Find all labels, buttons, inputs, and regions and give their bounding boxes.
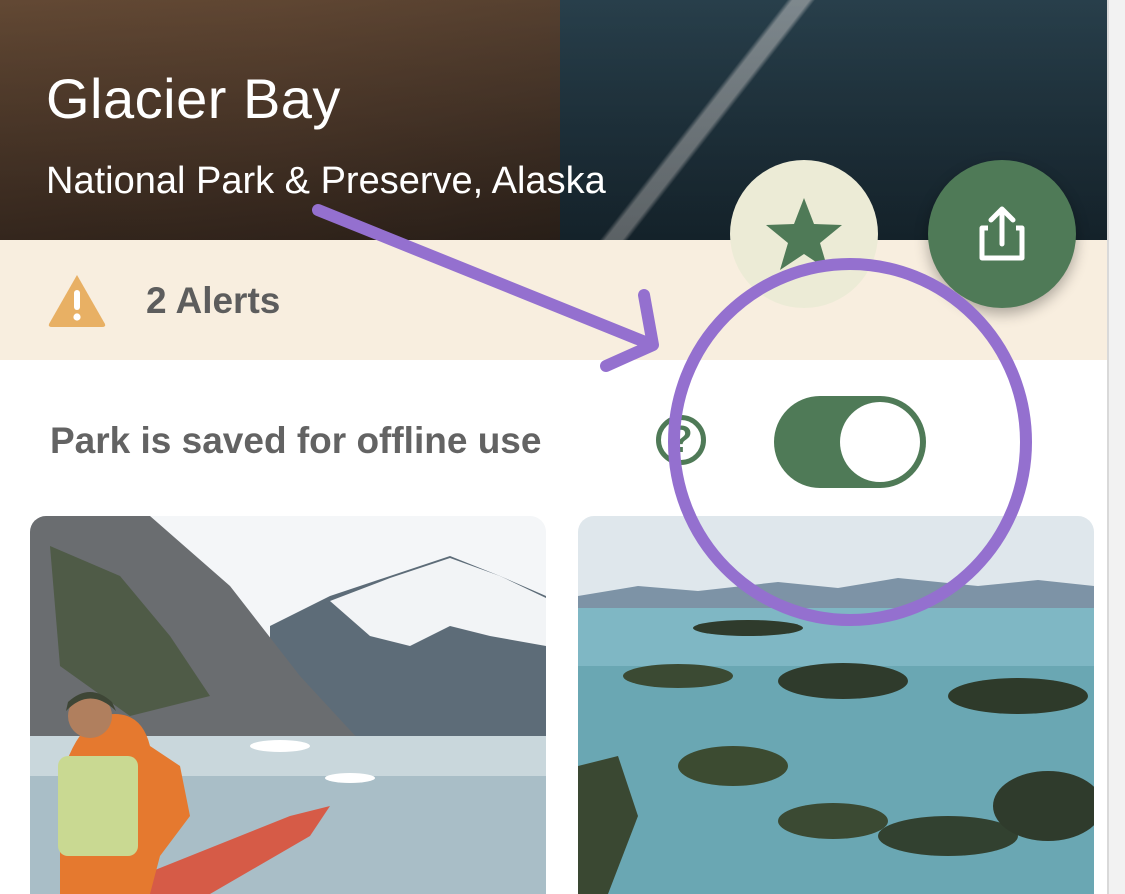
scrollbar[interactable] [1107, 0, 1125, 894]
alerts-label[interactable]: 2 Alerts [146, 280, 280, 322]
photo-kayaker[interactable] [30, 516, 546, 894]
toggle-knob [840, 402, 920, 482]
share-icon [979, 206, 1025, 261]
park-title: Glacier Bay [46, 67, 341, 130]
offline-toggle[interactable] [774, 396, 926, 488]
photo-islands[interactable] [578, 516, 1094, 894]
star-icon [766, 198, 842, 270]
offline-label: Park is saved for offline use [50, 420, 542, 461]
help-icon[interactable]: ? [656, 415, 706, 465]
islands-illustration [578, 516, 1094, 894]
share-button[interactable] [928, 160, 1076, 308]
favorite-button[interactable] [730, 160, 878, 308]
kayak-illustration [30, 516, 546, 894]
park-subtitle: National Park & Preserve, Alaska [46, 160, 606, 202]
warning-icon [48, 275, 106, 327]
